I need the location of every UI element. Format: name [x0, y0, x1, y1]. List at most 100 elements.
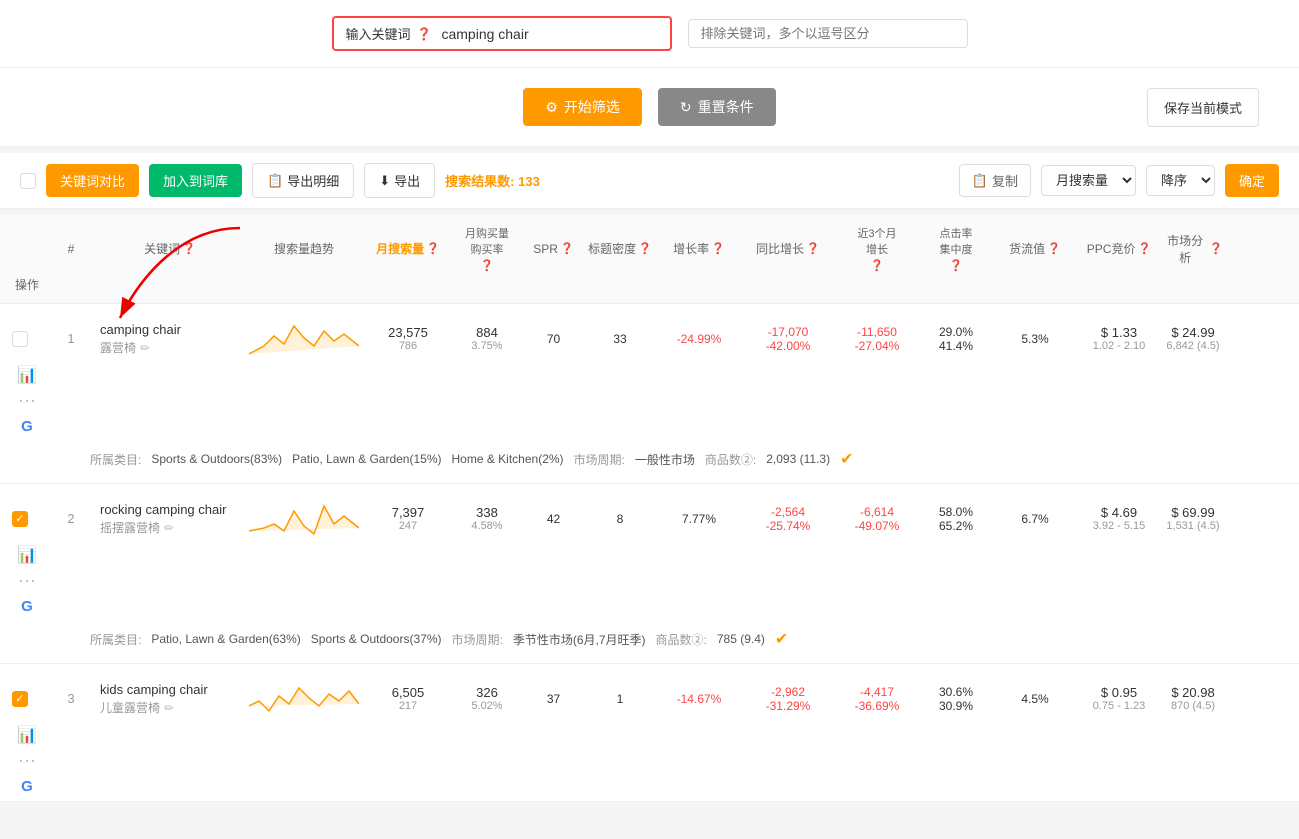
- row-3-click: 30.6% 30.9%: [921, 685, 991, 713]
- toolbar-right: 📋 复制 月搜索量 月购买量 增长率 降序 升序 确定: [959, 164, 1279, 197]
- bar-chart-icon-1[interactable]: 📊: [17, 365, 37, 385]
- more-icon-3[interactable]: ⋯: [18, 751, 36, 772]
- row-1-flow: 5.3%: [995, 332, 1075, 346]
- filter-action-bar: ⚙ 开始筛选 ↻ 重置条件 保存当前模式: [0, 68, 1299, 147]
- edit-icon-3[interactable]: ✏: [164, 701, 174, 715]
- table-row: 2 rocking camping chair 摇摆露营椅 ✏ 7,397 24…: [0, 484, 1299, 664]
- order-dropdown[interactable]: 降序 升序: [1146, 165, 1215, 196]
- row-3-title-density: 1: [585, 692, 655, 706]
- row-2-categories: 所属类目: Patio, Lawn & Garden(63%) Sports &…: [0, 621, 1299, 663]
- row-1-num: 1: [46, 331, 96, 346]
- row-3-spr: 37: [526, 692, 581, 706]
- row-2-data: 2 rocking camping chair 摇摆露营椅 ✏ 7,397 24…: [0, 484, 1299, 621]
- sparkline-3: [249, 676, 359, 718]
- select-all-checkbox[interactable]: [20, 173, 36, 189]
- th-trend: 搜索量趋势: [244, 240, 364, 257]
- filter-icon: ⚙: [545, 99, 558, 116]
- keyword-en-2[interactable]: rocking camping chair: [100, 501, 240, 519]
- keyword-en-3[interactable]: kids camping chair: [100, 681, 240, 699]
- more-icon-2[interactable]: ⋯: [18, 571, 36, 592]
- edit-icon-1[interactable]: ✏: [140, 341, 150, 355]
- reset-conditions-button[interactable]: ↻ 重置条件: [658, 88, 776, 126]
- more-icon-1[interactable]: ⋯: [18, 391, 36, 412]
- row-3-q3: -4,417 -36.69%: [837, 685, 917, 713]
- verify-icon-1: ✔: [840, 449, 853, 469]
- row-1-yoy: -17,070 -42.00%: [743, 325, 833, 353]
- row-3-data: 3 kids camping chair 儿童露营椅 ✏ 6,505 217: [0, 664, 1299, 801]
- row-1-search-vol: 23,575 786: [368, 325, 448, 352]
- row-1-trend: [244, 316, 364, 361]
- checkbox-3[interactable]: [12, 691, 28, 707]
- search-label: 输入关键词: [346, 24, 411, 43]
- keyword-cn-1: 露营椅 ✏: [100, 339, 240, 356]
- verify-icon-2: ✔: [775, 629, 788, 649]
- row-1-title-density: 33: [585, 332, 655, 346]
- start-filter-button[interactable]: ⚙ 开始筛选: [523, 88, 642, 126]
- row-1-keyword: camping chair 露营椅 ✏: [100, 321, 240, 356]
- row-2-checkbox[interactable]: [12, 511, 42, 527]
- row-2-keyword: rocking camping chair 摇摆露营椅 ✏: [100, 501, 240, 536]
- exclude-keyword-box[interactable]: [688, 19, 968, 48]
- bar-chart-icon-3[interactable]: 📊: [17, 725, 37, 745]
- edit-icon-2[interactable]: ✏: [164, 521, 174, 535]
- th-num: #: [46, 242, 96, 256]
- row-2-flow: 6.7%: [995, 512, 1075, 526]
- keyword-cn-3: 儿童露营椅 ✏: [100, 699, 240, 716]
- add-to-vocab-button[interactable]: 加入到词库: [149, 164, 242, 197]
- google-icon-3[interactable]: G: [21, 778, 33, 795]
- row-2-q3: -6,614 -49.07%: [837, 505, 917, 533]
- checkbox-2[interactable]: [12, 511, 28, 527]
- exclude-input[interactable]: [701, 26, 955, 41]
- save-mode-button[interactable]: 保存当前模式: [1147, 88, 1259, 127]
- row-2-trend: [244, 496, 364, 541]
- row-3-keyword: kids camping chair 儿童露营椅 ✏: [100, 681, 240, 716]
- th-growth: 增长率 ❓: [659, 240, 739, 257]
- keyword-en-1[interactable]: camping chair: [100, 321, 240, 339]
- bar-chart-icon-2[interactable]: 📊: [17, 545, 37, 565]
- th-market: 市场分析 ❓: [1163, 232, 1223, 266]
- search-count-label: 搜索结果数: 133: [445, 171, 540, 190]
- table-row: 1 camping chair 露营椅 ✏ 23,575 786: [0, 304, 1299, 484]
- sort-by-dropdown[interactable]: 月搜索量 月购买量 增长率: [1041, 165, 1136, 196]
- checkbox-1[interactable]: [12, 331, 28, 347]
- row-2-growth: 7.77%: [659, 512, 739, 526]
- row-3-checkbox[interactable]: [12, 691, 42, 707]
- confirm-button[interactable]: 确定: [1225, 164, 1279, 197]
- top-search-bar: 输入关键词 ❓: [0, 0, 1299, 68]
- row-3-trend: [244, 676, 364, 721]
- th-monthly-search: 月搜索量 ❓: [368, 240, 448, 257]
- th-spr: SPR ❓: [526, 242, 581, 256]
- keyword-compare-button[interactable]: 关键词对比: [46, 164, 139, 197]
- row-3-growth: -14.67%: [659, 692, 739, 706]
- th-action: 操作: [12, 276, 42, 293]
- export-button[interactable]: ⬇ 导出: [364, 163, 435, 198]
- keyword-cn-2: 摇摆露营椅 ✏: [100, 519, 240, 536]
- sparkline-2: [249, 496, 359, 538]
- row-1-actions: 📊 ⋯ G: [12, 365, 42, 435]
- keyword-search-box[interactable]: 输入关键词 ❓: [332, 16, 672, 51]
- row-2-yoy: -2,564 -25.74%: [743, 505, 833, 533]
- copy-button[interactable]: 📋 复制: [959, 164, 1031, 197]
- google-icon-2[interactable]: G: [21, 598, 33, 615]
- export-detail-icon: 📋: [267, 173, 283, 189]
- row-1-checkbox[interactable]: [12, 331, 42, 347]
- row-3-actions: 📊 ⋯ G: [12, 725, 42, 795]
- row-1-growth: -24.99%: [659, 332, 739, 346]
- export-detail-button[interactable]: 📋 导出明细: [252, 163, 354, 198]
- search-input[interactable]: [441, 26, 657, 42]
- row-1-market: $ 24.99 6,842 (4.5): [1163, 325, 1223, 352]
- row-3-flow: 4.5%: [995, 692, 1075, 706]
- row-2-spr: 42: [526, 512, 581, 526]
- th-click: 点击率集中度 ❓: [921, 225, 991, 272]
- row-3-ppc: $ 0.95 0.75 - 1.23: [1079, 685, 1159, 712]
- results-toolbar: 关键词对比 加入到词库 📋 导出明细 ⬇ 导出 搜索结果数: 133 📋 复制 …: [0, 153, 1299, 209]
- search-help-icon[interactable]: ❓: [417, 27, 432, 41]
- action-bar-inner: ⚙ 开始筛选 ↻ 重置条件 保存当前模式: [20, 88, 1279, 126]
- row-1-data: 1 camping chair 露营椅 ✏ 23,575 786: [0, 304, 1299, 441]
- row-2-ppc: $ 4.69 3.92 - 5.15: [1079, 505, 1159, 532]
- table-row: 3 kids camping chair 儿童露营椅 ✏ 6,505 217: [0, 664, 1299, 802]
- google-icon-1[interactable]: G: [21, 418, 33, 435]
- th-title-density: 标题密度 ❓: [585, 240, 655, 257]
- row-1-q3: -11,650 -27.04%: [837, 325, 917, 353]
- th-yoy: 同比增长 ❓: [743, 240, 833, 257]
